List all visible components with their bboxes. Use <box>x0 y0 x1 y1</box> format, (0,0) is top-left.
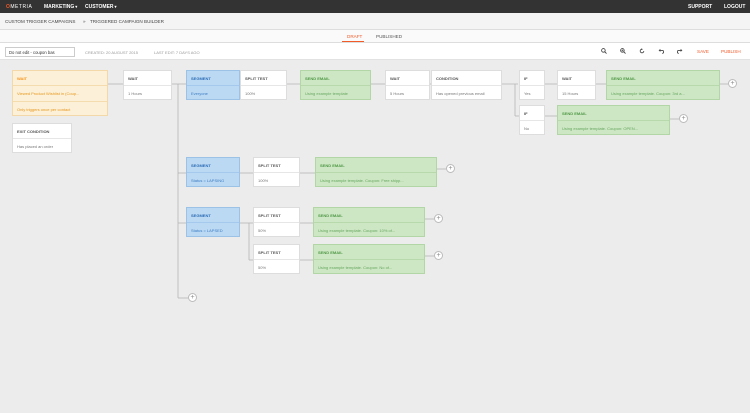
node-body: Using example template <box>301 85 370 101</box>
node-body: 1 Hours <box>124 85 171 101</box>
node-body: 100% <box>254 172 299 188</box>
node-title: SPLIT TEST <box>245 76 268 81</box>
node-body: 50% <box>254 259 299 275</box>
send-email-node[interactable]: SEND EMAIL Using example template. Coupo… <box>315 157 437 187</box>
chevron-down-icon: ▾ <box>75 4 78 9</box>
send-email-node[interactable]: SEND EMAIL Using example template. Coupo… <box>313 244 425 274</box>
node-body: Using example template. Coupon: OPEN... <box>558 120 669 136</box>
node-title: CONDITION <box>436 76 459 81</box>
publish-button[interactable]: PUBLISH <box>721 49 741 54</box>
if-no-node[interactable]: IF No <box>519 105 545 135</box>
node-title: SEND EMAIL <box>562 111 587 116</box>
send-email-node[interactable]: SEND EMAIL Using example template <box>300 70 371 100</box>
breadcrumb-separator: » <box>83 19 86 24</box>
node-title: SEND EMAIL <box>320 163 345 168</box>
wait-node[interactable]: WAIT 1 Hours <box>123 70 172 100</box>
split-test-node[interactable]: SPLIT TEST 50% <box>253 207 300 237</box>
add-step-button[interactable]: + <box>446 164 455 173</box>
node-body: 15 Hours <box>558 85 595 101</box>
add-step-button[interactable]: + <box>679 114 688 123</box>
node-body: Using example template. Coupon: 3rd a... <box>607 85 719 101</box>
node-body: Everyone <box>187 85 239 101</box>
nav-marketing[interactable]: MARKETING▾ <box>44 4 77 10</box>
split-test-node[interactable]: SPLIT TEST 50% <box>253 244 300 274</box>
node-title: WAIT <box>128 76 138 81</box>
node-body: Using example template. Coupon: Free shi… <box>316 172 436 188</box>
node-title: WAIT <box>390 76 400 81</box>
breadcrumb-parent[interactable]: CUSTOM TRIGGER CAMPAIGNS <box>5 19 75 24</box>
save-button[interactable]: SAVE <box>697 49 709 54</box>
nav-customer[interactable]: CUSTOMER▾ <box>85 4 117 10</box>
ometria-logo[interactable]: OMETRIA <box>6 4 32 10</box>
tab-draft[interactable]: DRAFT <box>347 34 362 39</box>
node-body: Status = LAPSED <box>187 222 239 238</box>
node-title: IF <box>524 111 528 116</box>
split-test-node[interactable]: SPLIT TEST 100% <box>253 157 300 187</box>
add-branch-button[interactable]: + <box>188 293 197 302</box>
node-title: SEGMENT <box>191 163 211 168</box>
breadcrumb-current: TRIGGERED CAMPAIGN BUILDER <box>90 19 164 24</box>
condition-node[interactable]: CONDITION Has opened previous email <box>431 70 502 100</box>
node-title: SPLIT TEST <box>258 163 281 168</box>
nav-support[interactable]: SUPPORT <box>688 4 712 10</box>
add-step-button[interactable]: + <box>434 251 443 260</box>
node-body: Has placed an order <box>13 138 71 154</box>
if-yes-node[interactable]: IF Yes <box>519 70 545 100</box>
wait-node[interactable]: WAIT 5 Hours <box>385 70 430 100</box>
node-title: SPLIT TEST <box>258 250 281 255</box>
node-title: SEND EMAIL <box>318 213 343 218</box>
node-title: SEGMENT <box>191 76 211 81</box>
add-step-button[interactable]: + <box>434 214 443 223</box>
node-body: Has opened previous email <box>432 85 501 101</box>
node-body: 100% <box>241 85 286 101</box>
last-edit-date: LAST EDIT: 7 DAYS AGO <box>154 50 200 55</box>
node-title: SPLIT TEST <box>258 213 281 218</box>
send-email-node[interactable]: SEND EMAIL Using example template. Coupo… <box>557 105 670 135</box>
node-title: WAIT <box>17 76 27 81</box>
tab-bar: DRAFT PUBLISHED <box>0 30 750 43</box>
segment-node[interactable]: SEGMENT Status = LAPSED <box>186 207 240 237</box>
send-email-node[interactable]: SEND EMAIL Using example template. Coupo… <box>313 207 425 237</box>
exit-condition-node[interactable]: EXIT CONDITION Has placed an order <box>12 123 72 153</box>
flow-canvas[interactable]: WAIT Viewed Product Wishlist in (Coup...… <box>0 60 750 413</box>
node-body: 5 Hours <box>386 85 429 101</box>
reset-view-icon[interactable] <box>639 48 645 56</box>
node-title: SEND EMAIL <box>318 250 343 255</box>
top-navigation-bar: OMETRIA MARKETING▾ CUSTOMER▾ SUPPORT LOG… <box>0 0 750 13</box>
node-body: Status = LAPSING <box>187 172 239 188</box>
node-title: SEGMENT <box>191 213 211 218</box>
chevron-down-icon: ▾ <box>114 4 117 9</box>
trigger-wait-node[interactable]: WAIT Viewed Product Wishlist in (Coup...… <box>12 70 108 116</box>
redo-icon[interactable] <box>676 48 683 56</box>
active-tab-indicator <box>342 41 364 42</box>
campaign-name-input[interactable] <box>5 47 75 57</box>
split-test-node[interactable]: SPLIT TEST 100% <box>240 70 287 100</box>
node-title: SEND EMAIL <box>611 76 636 81</box>
created-date: CREATED: 20 AUGUST 2015 <box>85 50 138 55</box>
node-body: Using example template. Coupon: 10% of..… <box>314 222 424 238</box>
wait-node[interactable]: WAIT 15 Hours <box>557 70 596 100</box>
node-body: Viewed Product Wishlist in (Coup... <box>13 85 107 101</box>
builder-toolbar: CREATED: 20 AUGUST 2015 LAST EDIT: 7 DAY… <box>0 43 750 60</box>
nav-logout[interactable]: LOGOUT <box>724 4 745 10</box>
segment-node[interactable]: SEGMENT Status = LAPSING <box>186 157 240 187</box>
node-body: Using example template. Coupon: No of... <box>314 259 424 275</box>
add-step-button[interactable]: + <box>728 79 737 88</box>
send-email-node[interactable]: SEND EMAIL Using example template. Coupo… <box>606 70 720 100</box>
node-title: SEND EMAIL <box>305 76 330 81</box>
node-body: No <box>520 120 544 136</box>
tab-published[interactable]: PUBLISHED <box>376 34 402 39</box>
segment-node[interactable]: SEGMENT Everyone <box>186 70 240 100</box>
search-icon[interactable] <box>601 48 607 56</box>
node-body: Yes <box>520 85 544 101</box>
node-body: Only triggers once per contact <box>13 101 107 117</box>
node-title: IF <box>524 76 528 81</box>
undo-icon[interactable] <box>658 48 665 56</box>
node-body: 50% <box>254 222 299 238</box>
zoom-in-icon[interactable] <box>620 48 626 56</box>
node-title: WAIT <box>562 76 572 81</box>
breadcrumb: CUSTOM TRIGGER CAMPAIGNS » TRIGGERED CAM… <box>0 13 750 30</box>
node-title: EXIT CONDITION <box>17 129 50 134</box>
